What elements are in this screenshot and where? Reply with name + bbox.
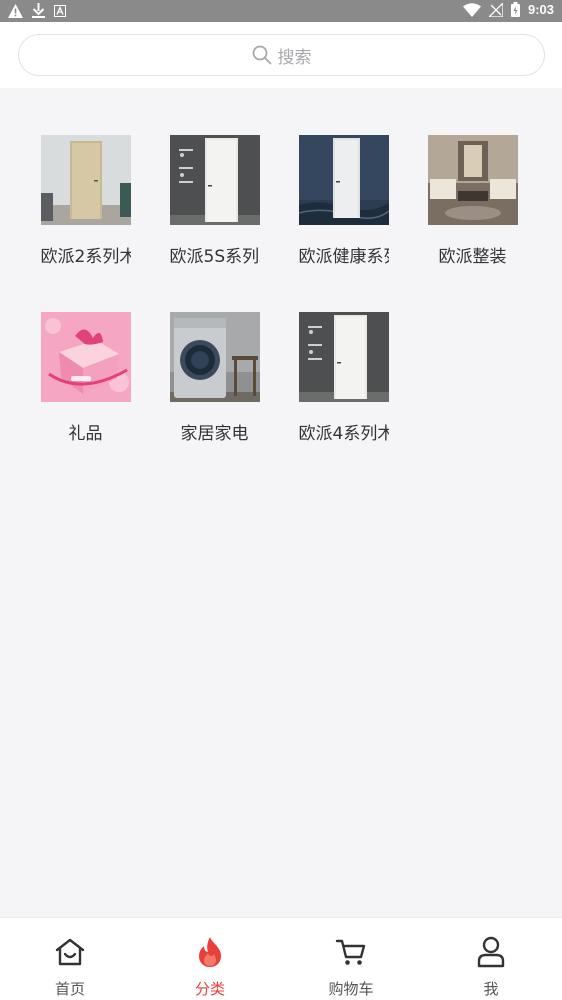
tab-category-label: 分类	[194, 980, 225, 998]
search-icon	[252, 45, 271, 65]
category-label: 欧派整装	[438, 247, 507, 267]
shopping-cart-icon	[335, 936, 367, 968]
category-thumbnail	[40, 135, 131, 225]
tab-home-label: 首页	[54, 980, 85, 998]
category-item[interactable]: 欧派5S系列木门	[150, 135, 279, 267]
category-thumbnail	[298, 312, 389, 402]
category-item[interactable]: 礼品	[21, 312, 150, 444]
tab-cart-label: 购物车	[328, 980, 374, 998]
status-time: 9:03	[527, 2, 554, 17]
tab-me[interactable]: 我	[421, 918, 561, 1000]
category-thumbnail	[169, 312, 260, 402]
tab-category[interactable]: 分类	[140, 918, 280, 1000]
category-label: 欧派健康系列	[298, 247, 389, 267]
bottom-tab-bar: 首页 分类 购物车 我	[0, 917, 562, 1000]
download-icon	[32, 3, 45, 18]
category-label: 家居家电	[180, 424, 249, 444]
tab-me-label: 我	[483, 980, 499, 998]
search-input[interactable]: 搜索	[18, 34, 545, 76]
status-right-icons: 9:03	[462, 2, 554, 17]
category-thumbnail	[169, 135, 260, 225]
category-item[interactable]: 欧派4系列木门	[279, 312, 408, 444]
category-thumbnail	[40, 312, 131, 402]
tab-home[interactable]: 首页	[0, 918, 140, 1000]
category-label: 欧派4系列木门	[298, 424, 389, 444]
user-icon	[476, 936, 506, 968]
category-content: 欧派2系列木门 欧派5S系列木门	[0, 88, 562, 917]
tab-cart[interactable]: 购物车	[281, 918, 421, 1000]
category-item[interactable]: 家居家电	[150, 312, 279, 444]
category-item[interactable]: 欧派整装	[408, 135, 537, 267]
category-thumbnail	[427, 135, 518, 225]
battery-icon	[510, 2, 520, 17]
home-icon	[54, 936, 86, 968]
search-placeholder: 搜索	[277, 47, 312, 68]
header: 搜索	[0, 22, 562, 88]
status-bar: 9:03	[0, 0, 562, 22]
category-thumbnail	[298, 135, 389, 225]
warning-icon	[8, 3, 23, 18]
status-left-icons	[8, 3, 66, 18]
no-signal-icon	[488, 2, 503, 17]
category-label: 欧派2系列木门	[40, 247, 131, 267]
app-notification-icon	[54, 4, 66, 17]
category-label: 欧派5S系列木门	[169, 247, 260, 267]
category-item[interactable]: 欧派健康系列	[279, 135, 408, 267]
category-grid: 欧派2系列木门 欧派5S系列木门	[21, 135, 541, 444]
category-item[interactable]: 欧派2系列木门	[21, 135, 150, 267]
category-label: 礼品	[68, 424, 103, 444]
wifi-icon	[462, 2, 481, 17]
flame-icon	[195, 936, 225, 968]
